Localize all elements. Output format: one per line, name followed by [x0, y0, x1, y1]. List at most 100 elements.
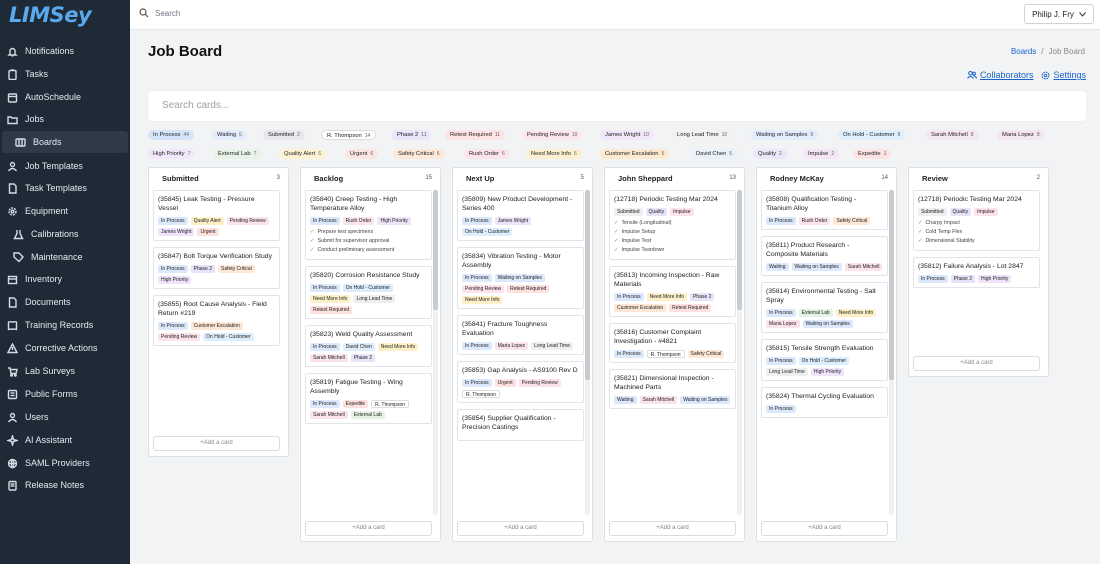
sidebar-item-users[interactable]: Users	[0, 406, 130, 428]
user-menu-button[interactable]: Philip J. Fry	[1024, 4, 1094, 24]
settings-link[interactable]: Settings	[1041, 70, 1086, 80]
filter-chip-label: Need More Info	[531, 151, 571, 157]
job-card[interactable]: (35814) Environmental Testing - Salt Spr…	[761, 282, 888, 333]
sidebar-item-calibrations[interactable]: Calibrations	[0, 223, 130, 245]
filter-chip[interactable]: In Process 44	[148, 130, 194, 140]
column-scrollbar[interactable]	[585, 190, 590, 515]
sparkle-icon	[7, 434, 18, 446]
add-card-button[interactable]: +Add a card	[761, 521, 888, 536]
breadcrumb-boards-link[interactable]: Boards	[1011, 47, 1036, 56]
card-tag: In Process	[614, 293, 644, 301]
sidebar-item-ai-assistant[interactable]: AI Assistant	[0, 429, 130, 451]
job-card[interactable]: (35816) Customer Complaint Investigation…	[609, 323, 736, 363]
filter-chip[interactable]: Pending Review 10	[522, 130, 583, 140]
collaborators-link[interactable]: Collaborators	[967, 70, 1033, 80]
filter-chip[interactable]: Submitted 2	[263, 130, 305, 140]
filter-chip[interactable]: Phase 2 11	[392, 130, 432, 140]
filter-chip[interactable]: Quality Alert 6	[279, 149, 327, 159]
add-card-button[interactable]: +Add a card	[153, 436, 280, 451]
add-card-button[interactable]: +Add a card	[457, 521, 584, 536]
filter-chip[interactable]: Customer Escalation 5	[600, 149, 670, 159]
job-card[interactable]: (35853) Gap Analysis - AS9100 Rev D In Pr…	[457, 361, 584, 403]
scrollbar-thumb[interactable]	[585, 190, 590, 380]
add-card-button[interactable]: +Add a card	[609, 521, 736, 536]
sidebar-item-public-forms[interactable]: Public Forms	[0, 383, 130, 405]
job-card[interactable]: (35840) Creep Testing - High Temperature…	[305, 190, 432, 260]
sidebar-item-autoschedule[interactable]: AutoSchedule	[0, 86, 130, 108]
job-card[interactable]: (35809) New Product Development - Series…	[457, 190, 584, 241]
sidebar-item-inventory[interactable]: Inventory	[0, 268, 130, 290]
scrollbar-thumb[interactable]	[737, 190, 742, 310]
job-card[interactable]: (35855) Root Cause Analysis - Field Retu…	[153, 295, 280, 346]
add-card-button[interactable]: +Add a card	[913, 356, 1040, 371]
filter-chip[interactable]: R. Thompson 14	[321, 130, 377, 140]
card-title: (35821) Dimensional Inspection - Machine…	[614, 375, 714, 391]
app-logo[interactable]: LIMSey	[9, 3, 92, 27]
job-card[interactable]: (35820) Corrosion Resistance Study In Pro…	[305, 266, 432, 319]
column-scrollbar[interactable]	[737, 190, 742, 515]
job-card[interactable]: (35819) Fatigue Testing - Wing Assembly I…	[305, 373, 432, 424]
filter-chip[interactable]: Need More Info 6	[526, 149, 582, 159]
sidebar-item-task-templates[interactable]: Task Templates	[0, 177, 130, 199]
filter-chip[interactable]: Expedite 1	[853, 149, 892, 159]
sidebar-item-saml-providers[interactable]: SAML Providers	[0, 452, 130, 474]
filter-chip[interactable]: James Wright 10	[600, 130, 654, 140]
sidebar-item-job-templates[interactable]: Job Templates	[0, 155, 130, 177]
filter-chip[interactable]: Impulse 2	[803, 149, 840, 159]
job-card[interactable]: (35845) Leak Testing - Pressure Vessel In…	[153, 190, 280, 241]
job-card[interactable]: (35811) Product Research - Composite Mat…	[761, 236, 888, 276]
scrollbar-thumb[interactable]	[889, 190, 894, 380]
sidebar-item-lab-surveys[interactable]: Lab Surveys	[0, 360, 130, 382]
job-card[interactable]: (35834) Vibration Testing - Motor Assemb…	[457, 247, 584, 309]
sidebar-item-release-notes[interactable]: Release Notes	[0, 474, 130, 496]
filter-chip[interactable]: Waiting on Samples 9	[751, 130, 819, 140]
sidebar-item-tasks[interactable]: Tasks	[0, 63, 130, 85]
filter-chip[interactable]: Rush Order 6	[464, 149, 510, 159]
filter-chip[interactable]: Long Lead Time 10	[672, 130, 733, 140]
sidebar-item-equipment[interactable]: Equipment	[0, 200, 130, 222]
filter-chip[interactable]: External Lab 7	[213, 149, 262, 159]
job-card[interactable]: (35813) Incoming Inspection - Raw Materi…	[609, 266, 736, 317]
card-search-input[interactable]: Search cards...	[148, 91, 1086, 121]
add-card-button[interactable]: +Add a card	[305, 521, 432, 536]
filter-chip[interactable]: High Priority 7	[148, 149, 196, 159]
job-card[interactable]: (35841) Fracture Toughness Evaluation In …	[457, 315, 584, 355]
global-search[interactable]: Search	[139, 8, 180, 18]
sidebar-item-training-records[interactable]: Training Records	[0, 314, 130, 336]
card-tag: In Process	[766, 357, 796, 365]
filter-chip[interactable]: On Hold - Customer 8	[838, 130, 906, 140]
scrollbar-thumb[interactable]	[433, 190, 438, 310]
job-card[interactable]: (35824) Thermal Cycling Evaluation In Pro…	[761, 387, 888, 418]
filter-chip[interactable]: Maria Lopez 8	[997, 130, 1045, 140]
job-card[interactable]: (35812) Failure Analysis - Lot 2847 In Pr…	[913, 257, 1040, 288]
job-card[interactable]: (35815) Tensile Strength Evaluation In Pr…	[761, 339, 888, 381]
filter-chip[interactable]: David Chen 5	[691, 149, 738, 159]
sidebar-item-jobs[interactable]: Jobs	[0, 108, 130, 130]
column-scrollbar[interactable]	[889, 190, 894, 515]
filter-chip[interactable]: Sarah Mitchell 8	[926, 130, 979, 140]
filter-chip[interactable]: Urgent 6	[345, 149, 379, 159]
job-card[interactable]: (35821) Dimensional Inspection - Machine…	[609, 369, 736, 409]
sidebar-item-label: Training Records	[25, 320, 94, 330]
column-scrollbar[interactable]	[433, 190, 438, 515]
filter-chip[interactable]: Quality 2	[753, 149, 787, 159]
sidebar-item-corrective-actions[interactable]: Corrective Actions	[0, 337, 130, 359]
job-card[interactable]: (35823) Weld Quality Assessment In Proces…	[305, 325, 432, 367]
sidebar-item-label: Inventory	[25, 274, 63, 284]
filter-chip[interactable]: Retest Required 11	[445, 130, 506, 140]
filter-chip[interactable]: Safety Critical 6	[393, 149, 445, 159]
sidebar-item-boards[interactable]: Boards	[2, 131, 128, 153]
sidebar-item-documents[interactable]: Documents	[0, 291, 130, 313]
card-tags: In Process On Hold - Customer Long Lead Ti…	[766, 357, 883, 376]
filter-chip[interactable]: Waiting 6	[212, 130, 247, 140]
card-checklist: Tensile (Longitudinal)Impulse SetupImpul…	[614, 219, 731, 255]
job-card[interactable]: (35854) Supplier Qualification - Precisi…	[457, 409, 584, 441]
job-card[interactable]: (35847) Bolt Torque Verification Study In…	[153, 247, 280, 289]
job-card[interactable]: (35808) Qualification Testing - Titanium…	[761, 190, 888, 230]
sidebar-item-maintenance[interactable]: Maintenance	[0, 246, 130, 268]
sidebar-item-notifications[interactable]: Notifications	[0, 40, 130, 62]
job-card[interactable]: (12718) Periodic Testing Mar 2024 Submitt…	[609, 190, 736, 260]
job-card[interactable]: (12718) Periodic Testing Mar 2024 Submitt…	[913, 190, 1040, 251]
filter-chip-count: 6	[501, 151, 505, 157]
card-checklist: Prepare test specimensSubmit for supervi…	[310, 228, 427, 255]
